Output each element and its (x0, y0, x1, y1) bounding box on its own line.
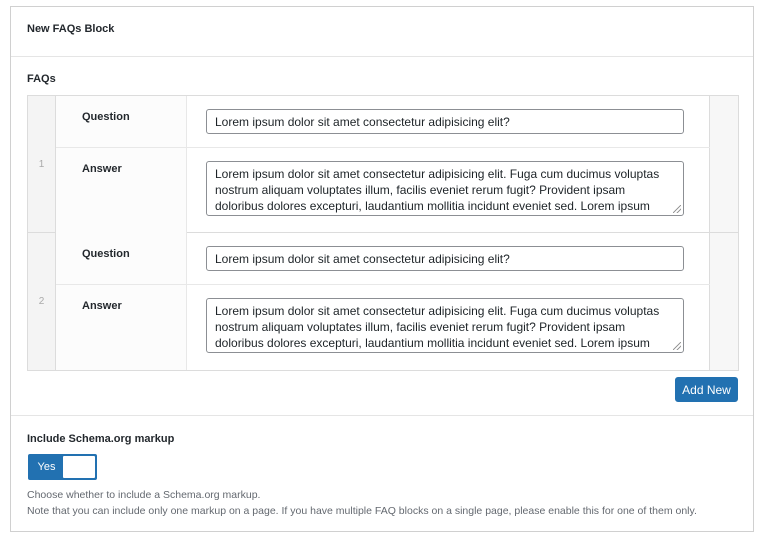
row-number-handle[interactable]: 2 (28, 233, 56, 370)
row-number: 2 (38, 296, 45, 307)
question-input[interactable]: Lorem ipsum dolor sit amet consectetur a… (206, 246, 684, 271)
row-actions-column[interactable] (710, 96, 738, 232)
block-title: New FAQs Block (11, 7, 753, 57)
answer-label: Answer (56, 285, 187, 370)
question-field: Question Lorem ipsum dolor sit amet cons… (56, 233, 710, 285)
resize-grip-icon[interactable] (673, 205, 681, 213)
answer-field: Answer Lorem ipsum dolor sit amet consec… (56, 148, 710, 233)
add-new-button[interactable]: Add New (675, 377, 738, 402)
question-field: Question Lorem ipsum dolor sit amet cons… (56, 96, 710, 148)
answer-textarea[interactable]: Lorem ipsum dolor sit amet consectetur a… (206, 161, 684, 216)
section-divider (11, 415, 753, 416)
toggle-knob (63, 456, 95, 478)
row-actions-column[interactable] (710, 233, 738, 370)
schema-help-text: Choose whether to include a Schema.org m… (27, 489, 261, 501)
schema-toggle[interactable]: Yes (28, 454, 97, 480)
row-fields: Question Lorem ipsum dolor sit amet cons… (56, 96, 710, 233)
resize-grip-icon[interactable] (673, 342, 681, 350)
row-fields: Question Lorem ipsum dolor sit amet cons… (56, 233, 710, 370)
answer-textarea[interactable]: Lorem ipsum dolor sit amet consectetur a… (206, 298, 684, 353)
faq-row: 2 Question Lorem ipsum dolor sit amet co… (28, 233, 738, 370)
toggle-on-label: Yes (37, 461, 56, 473)
answer-field: Answer Lorem ipsum dolor sit amet consec… (56, 285, 710, 370)
faq-block-panel: New FAQs Block FAQs 1 Question Lorem ips… (10, 6, 754, 532)
schema-note-text: Note that you can include only one marku… (27, 505, 697, 517)
row-number: 1 (38, 158, 45, 170)
question-label: Question (56, 96, 187, 147)
faqs-label: FAQs (27, 73, 56, 85)
faq-row: 1 Question Lorem ipsum dolor sit amet co… (28, 96, 738, 233)
faq-repeater: 1 Question Lorem ipsum dolor sit amet co… (27, 95, 739, 371)
schema-label: Include Schema.org markup (27, 433, 175, 445)
answer-label: Answer (56, 148, 187, 233)
answer-text: Lorem ipsum dolor sit amet consectetur a… (215, 167, 660, 213)
answer-text: Lorem ipsum dolor sit amet consectetur a… (215, 304, 660, 350)
row-number-handle[interactable]: 1 (28, 96, 56, 232)
question-label: Question (56, 233, 187, 284)
question-input[interactable]: Lorem ipsum dolor sit amet consectetur a… (206, 109, 684, 134)
